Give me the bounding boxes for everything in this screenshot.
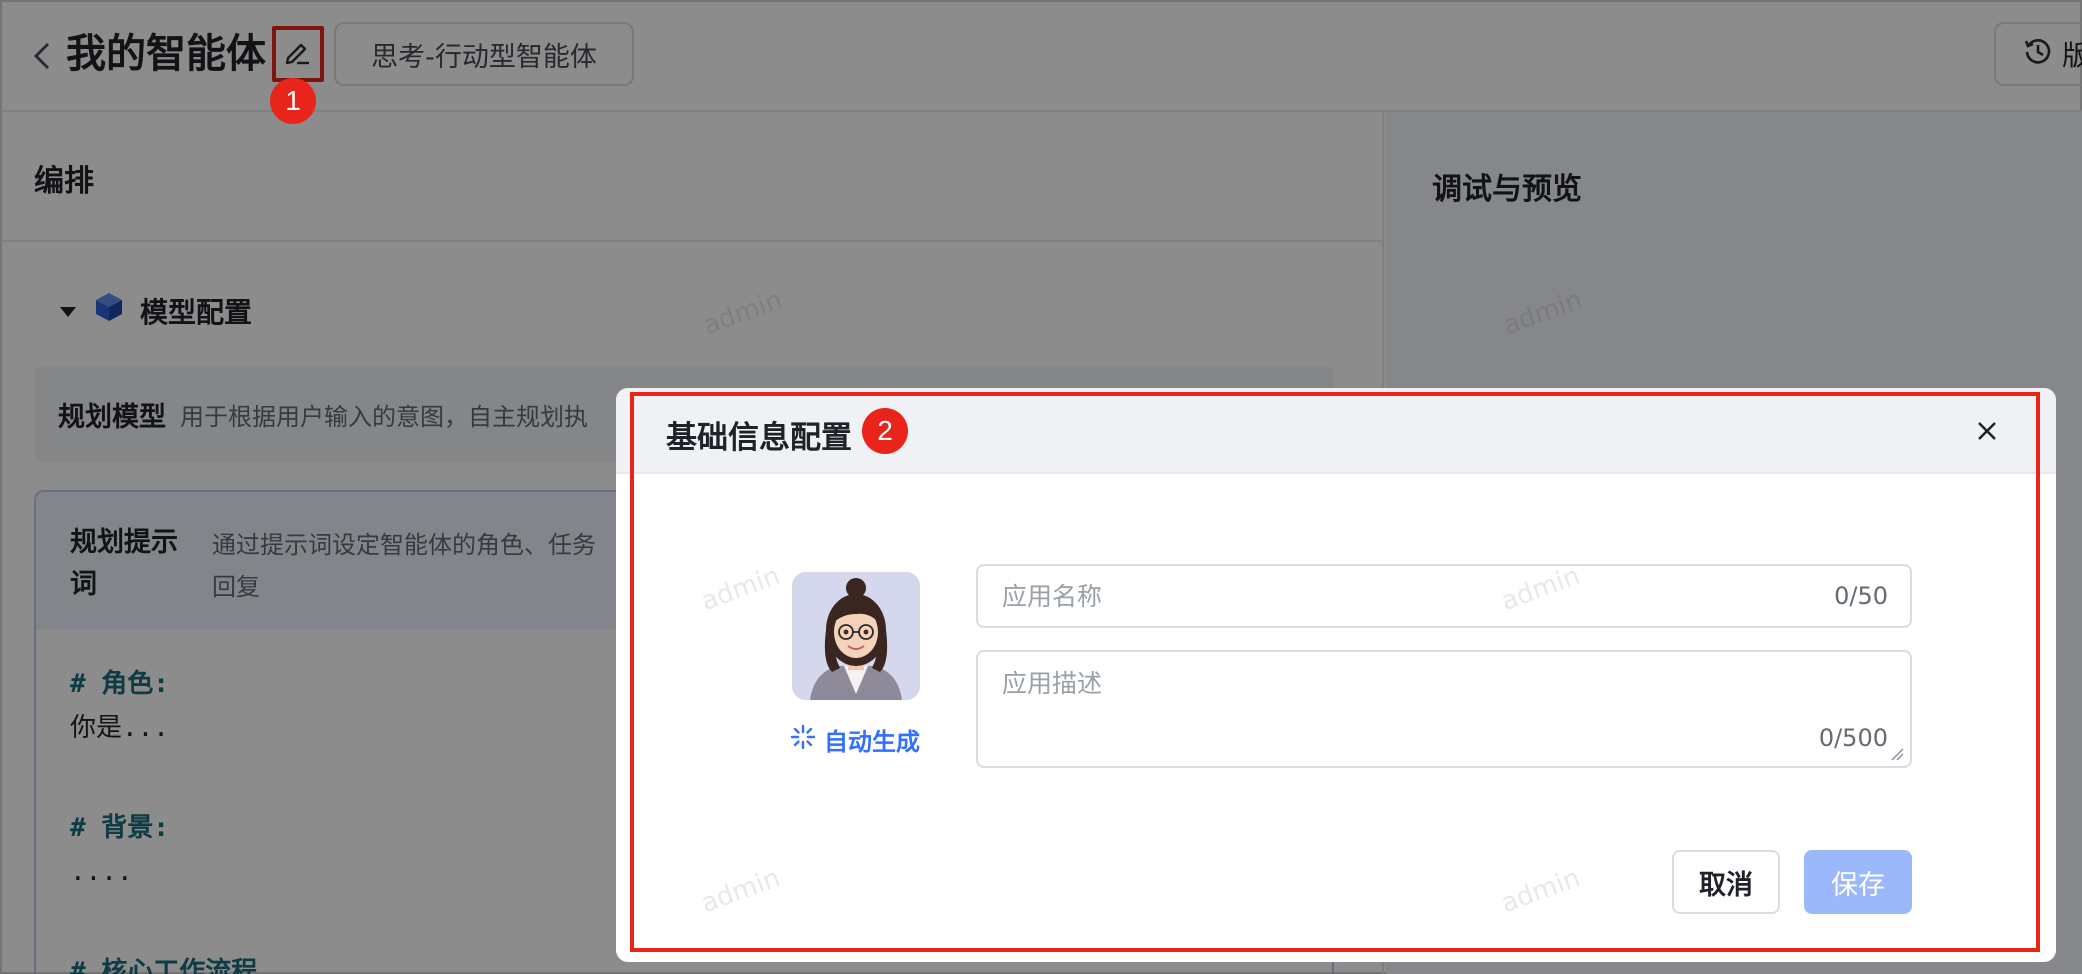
annotation-marker-2: 2 <box>862 408 908 454</box>
cancel-button[interactable]: 取消 <box>1672 850 1780 914</box>
app-name-field: 0/50 <box>976 564 1912 628</box>
app-description-field: 0/500 <box>976 650 1912 768</box>
sparkle-icon <box>790 724 816 756</box>
desc-char-counter: 0/500 <box>1818 724 1888 752</box>
app-name-input[interactable] <box>978 566 1910 626</box>
watermark: admin <box>697 560 785 618</box>
annotation-marker-1: 1 <box>270 78 316 124</box>
avatar[interactable] <box>792 572 920 700</box>
save-button[interactable]: 保存 <box>1804 850 1912 914</box>
resize-grip-icon[interactable] <box>1890 746 1904 761</box>
close-icon[interactable] <box>1970 414 2004 448</box>
dialog-header: 基础信息配置 2 <box>616 388 2056 474</box>
name-char-counter: 0/50 <box>1834 582 1888 610</box>
auto-generate-label: 自动生成 <box>824 728 920 756</box>
app-description-input[interactable] <box>978 652 1910 766</box>
watermark: admin <box>697 862 785 920</box>
basic-info-dialog: 基础信息配置 2 自动生成 应用名称 0/50 应用描述 0/500 取消 保存… <box>616 388 2056 962</box>
auto-generate-button[interactable]: 自动生成 <box>790 722 920 757</box>
dialog-title: 基础信息配置 <box>666 420 852 456</box>
watermark: admin <box>1497 862 1585 920</box>
